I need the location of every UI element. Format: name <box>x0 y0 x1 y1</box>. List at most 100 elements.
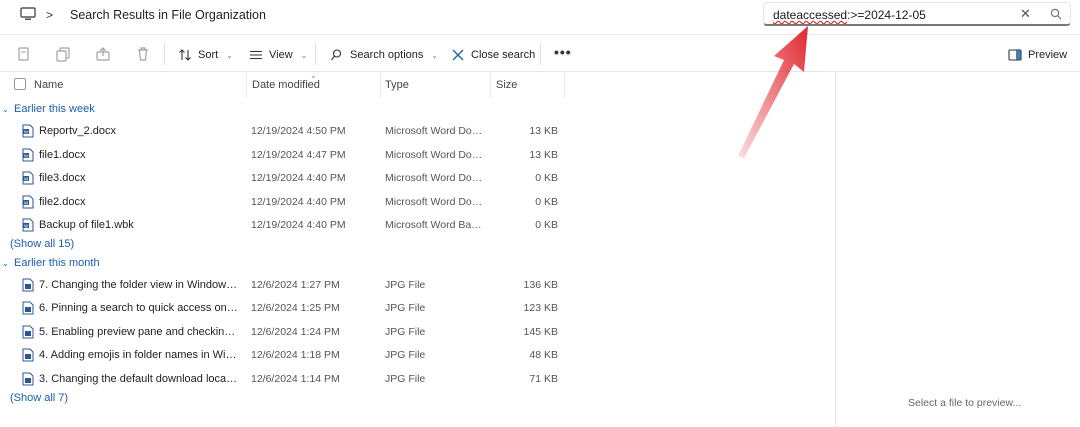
search-query[interactable]: dateaccessed:>=2024-12-05 <box>773 8 926 22</box>
toolbar-divider <box>164 43 165 65</box>
word-doc-icon: W <box>22 171 34 185</box>
group-header-earlier-this-week[interactable]: ⌄ Earlier this week <box>0 100 95 118</box>
file-size: 123 KB <box>523 302 558 314</box>
file-row[interactable]: 7. Changing the folder view in Windows..… <box>0 274 565 296</box>
search-options-icon <box>331 49 342 61</box>
file-type: JPG File <box>385 279 426 291</box>
copy-icon[interactable] <box>55 46 71 62</box>
file-name: 7. Changing the folder view in Windows..… <box>39 279 239 291</box>
breadcrumb-separator[interactable]: > <box>46 8 53 22</box>
image-file-icon <box>22 348 34 362</box>
view-label: View <box>269 49 293 61</box>
file-row[interactable]: 5. Enabling preview pane and checking pr… <box>0 321 565 343</box>
share-icon[interactable] <box>95 46 111 62</box>
search-options-label: Search options <box>350 49 424 61</box>
chevron-down-icon: ⌄ <box>300 50 308 60</box>
delete-icon[interactable] <box>135 46 151 62</box>
close-icon <box>452 49 464 61</box>
file-type: JPG File <box>385 302 426 314</box>
file-row[interactable]: W Reportv_2.docx 12/19/2024 4:50 PM Micr… <box>0 120 565 142</box>
group-header-earlier-this-month[interactable]: ⌄ Earlier this month <box>0 254 100 272</box>
file-size: 145 KB <box>523 326 558 338</box>
file-row[interactable]: 6. Pinning a search to quick access on W… <box>0 297 565 319</box>
file-row[interactable]: W file1.docx 12/19/2024 4:47 PM Microsof… <box>0 144 565 166</box>
image-file-icon <box>22 278 34 292</box>
word-backup-icon: W <box>22 218 34 232</box>
preview-pane-icon <box>1008 49 1022 61</box>
word-doc-icon: W <box>22 148 34 162</box>
file-date: 12/6/2024 1:25 PM <box>251 302 340 314</box>
sort-button[interactable]: Sort ⌄ <box>178 46 233 64</box>
breadcrumb[interactable]: Search Results in File Organization <box>70 8 266 22</box>
column-divider[interactable] <box>490 72 491 98</box>
show-all-link[interactable]: (Show all 15) <box>10 238 74 250</box>
file-name: file2.docx <box>39 196 86 208</box>
file-size: 48 KB <box>529 349 558 361</box>
file-size: 71 KB <box>529 373 558 385</box>
file-type: JPG File <box>385 349 426 361</box>
column-header-type[interactable]: Type <box>385 79 409 91</box>
file-date: 12/19/2024 4:50 PM <box>251 125 346 137</box>
file-type: Microsoft Word Doc... <box>385 172 485 184</box>
file-row[interactable]: W file3.docx 12/19/2024 4:40 PM Microsof… <box>0 167 565 189</box>
address-bar: > Search Results in File Organization da… <box>0 0 1080 32</box>
file-name: 5. Enabling preview pane and checking pr… <box>39 326 239 338</box>
toolbar-divider <box>315 43 316 65</box>
column-divider[interactable] <box>246 72 247 98</box>
column-divider[interactable] <box>380 72 381 98</box>
chevron-down-icon: ⌄ <box>2 104 9 114</box>
close-search-button[interactable]: Close search <box>451 46 535 64</box>
this-pc-icon[interactable] <box>20 7 36 21</box>
file-size: 13 KB <box>529 125 558 137</box>
file-row[interactable]: W Backup of file1.wbk 12/19/2024 4:40 PM… <box>0 214 565 236</box>
file-date: 12/19/2024 4:40 PM <box>251 196 346 208</box>
preview-pane-divider[interactable] <box>835 72 836 427</box>
image-file-icon <box>22 372 34 386</box>
file-type: Microsoft Word Doc... <box>385 125 485 137</box>
file-date: 12/6/2024 1:24 PM <box>251 326 340 338</box>
file-row[interactable]: W file2.docx 12/19/2024 4:40 PM Microsof… <box>0 191 565 213</box>
chevron-down-icon: ⌄ <box>226 50 233 60</box>
file-type: Microsoft Word Doc... <box>385 149 485 161</box>
chevron-down-icon: ⌄ <box>2 258 9 268</box>
show-all-link[interactable]: (Show all 7) <box>10 392 68 404</box>
column-header-name[interactable]: Name <box>34 79 63 91</box>
sort-icon <box>179 49 191 61</box>
file-type: JPG File <box>385 326 426 338</box>
file-size: 136 KB <box>523 279 558 291</box>
preview-placeholder: Select a file to preview... <box>908 397 1022 409</box>
view-button[interactable]: View ⌄ <box>249 46 307 64</box>
column-header-row: Name ⌄ Date modified Type Size <box>0 71 835 98</box>
word-doc-icon: W <box>22 124 34 138</box>
file-size: 0 KB <box>535 219 558 231</box>
column-header-size[interactable]: Size <box>496 79 517 91</box>
file-name: 3. Changing the default download locatio… <box>39 373 239 385</box>
group-label: Earlier this week <box>14 103 95 115</box>
toolbar-divider <box>540 43 541 65</box>
view-icon <box>250 50 262 60</box>
file-date: 12/19/2024 4:40 PM <box>251 219 346 231</box>
file-type: JPG File <box>385 373 426 385</box>
search-input[interactable]: dateaccessed:>=2024-12-05 ✕ <box>763 2 1071 26</box>
preview-button[interactable]: Preview <box>1008 46 1067 64</box>
file-name: file3.docx <box>39 172 86 184</box>
file-name: Backup of file1.wbk <box>39 219 134 231</box>
more-options-icon[interactable]: ••• <box>554 44 572 60</box>
search-options-button[interactable]: Search options ⌄ <box>330 46 438 64</box>
file-date: 12/19/2024 4:40 PM <box>251 172 346 184</box>
image-file-icon <box>22 301 34 315</box>
sort-label: Sort <box>198 49 219 61</box>
clear-search-icon[interactable]: ✕ <box>1020 6 1031 22</box>
column-divider[interactable] <box>564 72 565 98</box>
file-name: 6. Pinning a search to quick access on W… <box>39 302 239 314</box>
search-icon[interactable] <box>1050 8 1062 20</box>
file-name: file1.docx <box>39 149 86 161</box>
file-date: 12/6/2024 1:27 PM <box>251 279 340 291</box>
cut-icon[interactable] <box>16 46 32 62</box>
select-all-checkbox[interactable] <box>14 78 26 90</box>
file-row[interactable]: 4. Adding emojis in folder names in Wind… <box>0 344 565 366</box>
image-file-icon <box>22 325 34 339</box>
file-date: 12/6/2024 1:14 PM <box>251 373 340 385</box>
column-header-date-modified[interactable]: Date modified <box>252 79 320 91</box>
file-row[interactable]: 3. Changing the default download locatio… <box>0 368 565 390</box>
